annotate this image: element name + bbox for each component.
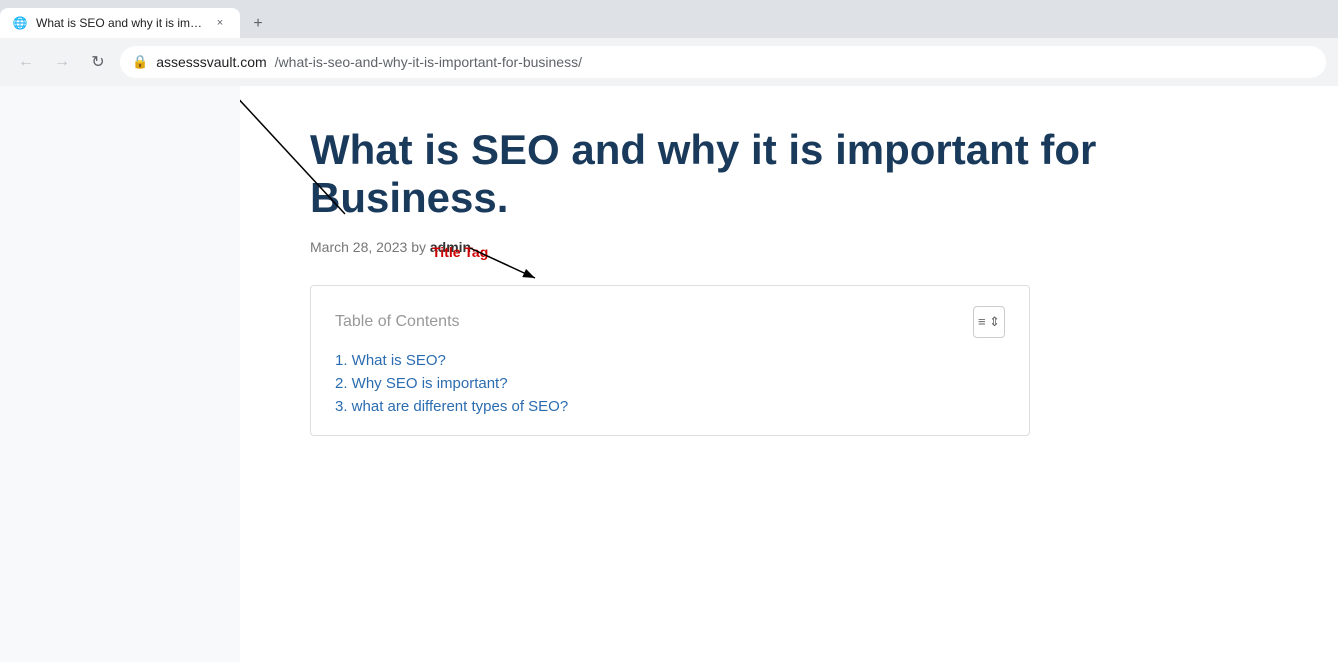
page-content: Title Tag — [0, 86, 1338, 662]
url-path: /what-is-seo-and-why-it-is-important-for… — [275, 54, 582, 70]
toc-header: Table of Contents ≡ ⇕ — [335, 306, 1005, 338]
main-content: Title Tag — [240, 86, 1338, 662]
new-tab-button[interactable]: + — [244, 10, 272, 38]
nav-bar: ← → ↻ 🔒 assesssvault.com/what-is-seo-and… — [0, 38, 1338, 86]
toc-item-3[interactable]: 3. what are different types of SEO? — [335, 398, 1005, 415]
tab-title: What is SEO and why it is import... — [36, 16, 204, 30]
active-tab[interactable]: 🌐 What is SEO and why it is import... × — [0, 8, 240, 38]
reload-icon: ↻ — [91, 52, 104, 72]
forward-button[interactable]: → — [48, 48, 76, 76]
article-meta: March 28, 2023 by admin — [310, 239, 1278, 255]
url-domain: assesssvault.com — [156, 54, 266, 70]
table-of-contents: Table of Contents ≡ ⇕ 1. What is SEO? 2.… — [310, 285, 1030, 436]
forward-icon: → — [54, 53, 70, 71]
article-title: What is SEO and why it is important for … — [310, 126, 1278, 223]
article-author: admin — [430, 239, 471, 255]
toc-title: Table of Contents — [335, 313, 460, 331]
tab-favicon-icon: 🌐 — [12, 15, 28, 31]
article-date: March 28, 2023 — [310, 239, 407, 255]
article-by: by — [411, 239, 430, 255]
back-button[interactable]: ← — [12, 48, 40, 76]
toc-items-list: 1. What is SEO? 2. Why SEO is important?… — [335, 352, 1005, 415]
lock-icon: 🔒 — [132, 54, 148, 70]
address-bar[interactable]: 🔒 assesssvault.com/what-is-seo-and-why-i… — [120, 46, 1326, 78]
tab-close-button[interactable]: × — [212, 15, 228, 31]
toc-item-1[interactable]: 1. What is SEO? — [335, 352, 1005, 369]
toc-item-2[interactable]: 2. Why SEO is important? — [335, 375, 1005, 392]
reload-button[interactable]: ↻ — [84, 48, 112, 76]
toc-toggle-button[interactable]: ≡ ⇕ — [973, 306, 1005, 338]
left-sidebar — [0, 86, 240, 662]
browser-chrome: 🌐 What is SEO and why it is import... × … — [0, 0, 1338, 86]
tab-bar: 🌐 What is SEO and why it is import... × … — [0, 0, 1338, 38]
back-icon: ← — [18, 53, 34, 71]
